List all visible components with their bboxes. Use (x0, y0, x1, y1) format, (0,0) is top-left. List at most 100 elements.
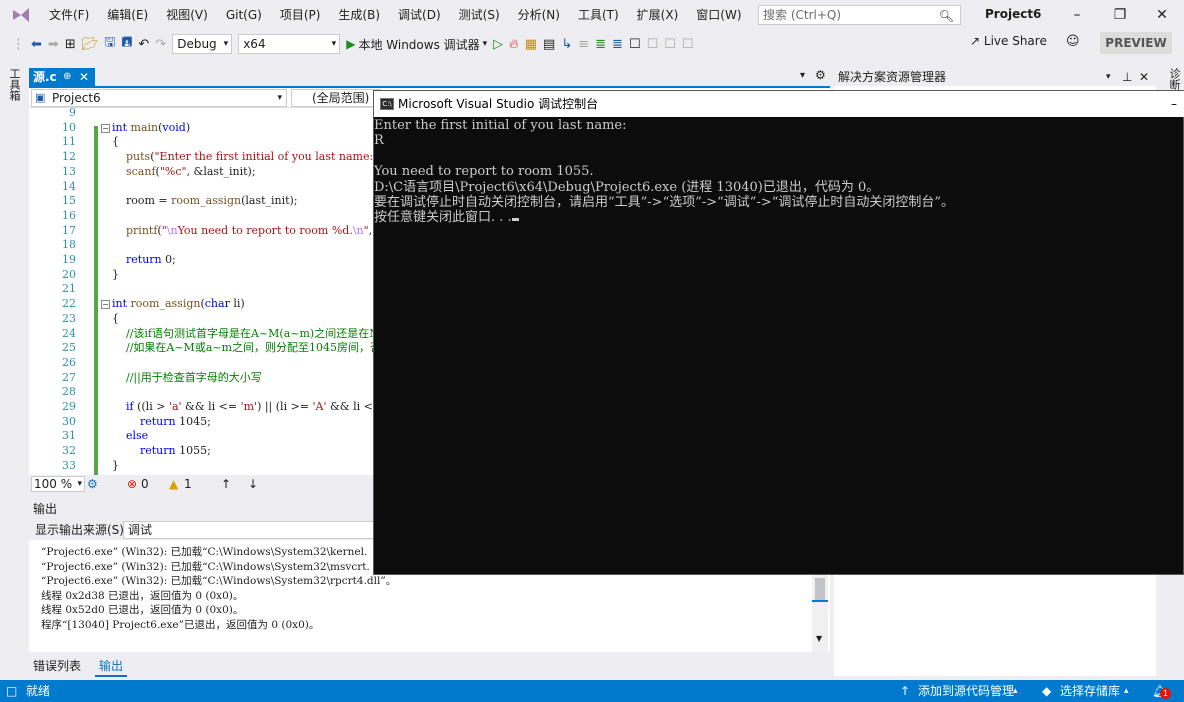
chevron-down-icon: ▾ (77, 479, 82, 489)
tab-output[interactable]: 输出 (95, 657, 128, 677)
chevron-down-icon[interactable]: ▾ (1106, 68, 1111, 86)
back-icon[interactable]: ⬅︎ (31, 37, 42, 52)
line-number: 29 (62, 400, 76, 413)
new-project-icon[interactable]: ⊞ (65, 37, 76, 52)
collapse-toggle-icon[interactable]: − (101, 123, 110, 133)
menu-item[interactable]: 文件(F) (40, 0, 98, 30)
open-folder-icon[interactable]: 📂︎ (82, 37, 99, 52)
bookmark-icon[interactable]: ☐ (629, 37, 641, 52)
menu-item[interactable]: 生成(B) (329, 0, 389, 30)
save-icon[interactable]: 🖫︎ (104, 33, 115, 55)
menu-item[interactable]: Git(G) (217, 0, 271, 30)
health-icon[interactable]: ⚙ (87, 475, 98, 493)
code-text: { (112, 311, 119, 325)
console-title-bar[interactable]: C:\ Microsoft Visual Studio 调试控制台 – (374, 91, 1184, 117)
menu-item[interactable]: 编辑(E) (98, 0, 157, 30)
debug-console-window[interactable]: C:\ Microsoft Visual Studio 调试控制台 – Ente… (373, 90, 1184, 575)
menu-item[interactable]: 视图(V) (157, 0, 217, 30)
solution-config-icon[interactable]: ▦ (525, 37, 537, 52)
scope-nav-select[interactable]: (全局范围) (291, 89, 381, 107)
line-number: 33 (62, 458, 76, 472)
close-panel-icon[interactable]: ✕ (1139, 68, 1149, 86)
zoom-select[interactable]: 100 % ▾ (31, 476, 85, 492)
step-icon[interactable]: ↳ (561, 37, 572, 52)
preview-button[interactable]: PREVIEW (1100, 32, 1172, 54)
chevron-up-icon: ▴ (1013, 686, 1018, 696)
minimize-button[interactable]: – (1063, 4, 1091, 26)
console-title: Microsoft Visual Studio 调试控制台 (398, 97, 599, 111)
next-issue-icon[interactable]: ↓ (248, 475, 258, 493)
line-number: 11 (62, 135, 76, 149)
status-text: 就绪 (26, 684, 51, 698)
live-share-button[interactable]: ↗ Live Share (970, 34, 1047, 48)
redo-icon[interactable]: ↷ (155, 37, 166, 52)
configuration-select[interactable]: Debug ▾ (172, 34, 233, 54)
platform-select[interactable]: x64 ▾ (238, 34, 341, 54)
restore-button[interactable]: ❐ (1106, 4, 1134, 26)
close-button[interactable]: ✕ (1148, 4, 1176, 26)
chevron-down-icon: ▾ (277, 93, 282, 103)
line-number: 27 (62, 370, 76, 384)
undo-icon[interactable]: ↶ (138, 37, 149, 52)
console-line: 按任意键关闭此窗口. . . (374, 210, 954, 225)
menu-item[interactable]: 工具(T) (569, 0, 628, 30)
close-tab-icon[interactable]: ✕ (79, 68, 89, 86)
menu-item[interactable]: 调试(D) (389, 0, 450, 30)
menu-item[interactable]: 扩展(X) (628, 0, 688, 30)
line-number: 16 (62, 208, 76, 222)
console-line: R (374, 133, 954, 148)
bookmark-next-icon[interactable]: ☐ (664, 37, 676, 52)
code-text: scanf("%c", &last_init); (126, 164, 256, 178)
search-icon: 🔍︎ (938, 9, 954, 23)
pin-icon[interactable]: ⊕ (63, 68, 71, 86)
menu-item[interactable]: 分析(N) (509, 0, 569, 30)
uncomment-icon[interactable]: ≣ (612, 37, 623, 52)
project-icon: ▣ (35, 91, 46, 104)
start-without-debugging-icon[interactable]: ▷ (493, 37, 503, 52)
upload-icon: ↑ (900, 684, 911, 698)
warning-count[interactable]: 1 (184, 475, 192, 493)
console-minimize-button[interactable]: – (1171, 91, 1177, 117)
output-text[interactable]: “Project6.exe” (Win32): 已加载“C:\Windows\S… (41, 545, 396, 633)
toggle-icon[interactable]: ≡ (578, 37, 589, 52)
feedback-icon[interactable]: ☺ (1066, 34, 1080, 49)
pin-icon[interactable]: ⊥ (1122, 68, 1132, 86)
add-to-source-control-button[interactable]: 添加到源代码管理 (918, 680, 1014, 702)
line-number: 24 (62, 326, 76, 340)
scrollbar-thumb[interactable] (815, 578, 825, 600)
menu-item[interactable]: 项目(P) (271, 0, 330, 30)
platform-value: x64 (243, 37, 266, 51)
line-number: 23 (62, 311, 76, 325)
bookmark-prev-icon[interactable]: ☐ (647, 37, 659, 52)
error-icon: ⊗ (127, 477, 138, 491)
scroll-down-icon[interactable]: ▼ (816, 634, 822, 643)
previous-issue-icon[interactable]: ↑ (221, 475, 231, 493)
tab-error-list[interactable]: 错误列表 (29, 657, 85, 675)
settings-icon[interactable]: ⚙ (815, 68, 826, 82)
code-text: } (112, 458, 119, 472)
toolbox-side-tab[interactable]: 工具箱 (0, 60, 26, 680)
collapse-toggle-icon[interactable]: − (101, 300, 110, 310)
project-title: Project6 (985, 7, 1042, 21)
forward-icon[interactable]: ➡︎ (48, 37, 59, 52)
chevron-down-icon[interactable]: ▾ (483, 39, 488, 49)
hot-reload-icon[interactable]: 🔥︎ (509, 37, 519, 52)
chevron-down-icon: ▾ (331, 39, 337, 49)
bookmark-clear-icon[interactable]: ☐ (682, 37, 694, 52)
menu-item[interactable]: 测试(S) (450, 0, 509, 30)
code-text: puts("Enter the first initial of you las… (126, 150, 386, 164)
console-output: Enter the first initial of you last name… (374, 118, 954, 226)
tab-list-icon[interactable]: ▾ (800, 70, 805, 81)
project-nav-select[interactable]: ▣ Project6 ▾ (31, 89, 287, 107)
tab-source-file[interactable]: 源.c ⊕ ✕ (29, 68, 95, 86)
comment-icon[interactable]: ≣ (595, 37, 606, 52)
error-count[interactable]: 0 (141, 475, 149, 493)
menu-item[interactable]: 窗口(W) (687, 0, 750, 30)
start-debugging-icon[interactable]: ▶ (346, 37, 355, 51)
select-repository-button[interactable]: 选择存储库 (1060, 680, 1120, 702)
search-input[interactable]: 搜索 (Ctrl+Q) 🔍︎ (758, 5, 961, 25)
start-debugging-button[interactable]: 本地 Windows 调试器 (358, 36, 479, 53)
save-all-icon[interactable]: 🖪︎ (121, 33, 132, 55)
window-layout-icon[interactable]: ▤ (543, 37, 555, 52)
code-text: return 1055; (139, 444, 211, 458)
